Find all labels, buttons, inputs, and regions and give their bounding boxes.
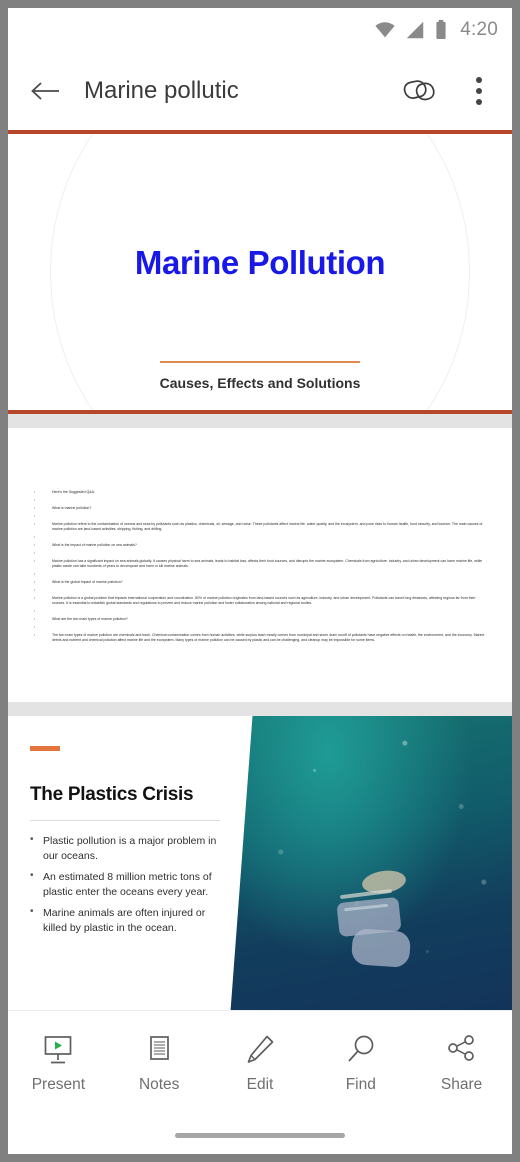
bullet-icon bbox=[34, 580, 38, 585]
phone-screen: 4:20 Marine pollutic Marine Pollution Ca… bbox=[8, 8, 512, 1154]
slide-2-text-line bbox=[34, 514, 488, 519]
toolbar-items: Present Notes Edit Find Share bbox=[8, 1011, 512, 1115]
status-bar-clock: 4:20 bbox=[460, 19, 498, 40]
slide-3-bullet: Plastic pollution is a major problem in … bbox=[30, 833, 228, 863]
toolbar-label: Present bbox=[31, 1075, 86, 1093]
bottom-toolbar: Present Notes Edit Find Share bbox=[8, 1010, 512, 1154]
slide-2-text-line bbox=[34, 535, 488, 540]
toolbar-item-share[interactable]: Share bbox=[411, 1033, 512, 1094]
slide-2-text: What are the two main types of marine po… bbox=[52, 617, 128, 621]
bullet-icon bbox=[34, 633, 38, 638]
toolbar-item-edit[interactable]: Edit bbox=[210, 1033, 311, 1094]
bullet-icon bbox=[34, 506, 38, 511]
toolbar-label: Find bbox=[345, 1075, 376, 1093]
slide-3-plastics[interactable]: The Plastics Crisis Plastic pollution is… bbox=[8, 716, 512, 1010]
toolbar-label: Edit bbox=[246, 1075, 274, 1093]
slide-3-bullet: Marine animals are often injured or kill… bbox=[30, 905, 228, 935]
bullet-icon bbox=[34, 625, 38, 630]
slide-3-bullet-list: Plastic pollution is a major problem in … bbox=[30, 833, 228, 942]
slide-2-text: Marine pollution has a significant impac… bbox=[52, 559, 484, 568]
slide-gap bbox=[8, 414, 512, 428]
slide-2-text: What is the global impact of marine poll… bbox=[52, 580, 123, 584]
share-nodes-icon bbox=[445, 1033, 479, 1067]
slide-2-text: Here's the Suggested Q&A: bbox=[52, 490, 95, 494]
slide-2-text-line: What is marine pollution? bbox=[34, 506, 488, 511]
slide-2-text-line: Marine pollution is a global problem tha… bbox=[34, 596, 488, 606]
slide-2-text-line bbox=[34, 609, 488, 614]
bullet-icon bbox=[34, 490, 38, 495]
slide-2-text: What is marine pollution? bbox=[52, 506, 92, 510]
slide-2-text-line: Marine pollution refers to the contamina… bbox=[34, 522, 488, 532]
bullet-icon bbox=[34, 551, 38, 556]
back-button[interactable] bbox=[22, 68, 68, 114]
slide-1-divider bbox=[160, 361, 360, 363]
slide-2-text: What is the impact of marine pollution o… bbox=[52, 543, 137, 547]
slide-2-text: Marine pollution is a global problem tha… bbox=[52, 596, 477, 605]
slide-2-text-line: The two main types of marine pollution a… bbox=[34, 633, 488, 643]
slide-2-text: Marine pollution refers to the contamina… bbox=[52, 522, 484, 531]
slide-gap bbox=[8, 702, 512, 716]
slide-2-text-line bbox=[34, 498, 488, 503]
bullet-icon bbox=[34, 609, 38, 614]
slide-3-ocean-image bbox=[230, 716, 512, 1010]
toolbar-item-notes[interactable]: Notes bbox=[109, 1033, 210, 1094]
system-nav-handle[interactable] bbox=[175, 1133, 345, 1138]
slide-2-text-line: What is the global impact of marine poll… bbox=[34, 580, 488, 585]
more-options-button[interactable] bbox=[464, 69, 494, 113]
cellular-signal-icon bbox=[406, 21, 424, 39]
slide-2-text-line bbox=[34, 625, 488, 630]
slide-2-text-line bbox=[34, 551, 488, 556]
slide-2-text: The two main types of marine pollution a… bbox=[52, 633, 486, 642]
slide-deck-scroll[interactable]: Marine Pollution Causes, Effects and Sol… bbox=[8, 130, 512, 1010]
slide-2-text-block: Here's the Suggested Q&A: What is marine … bbox=[34, 490, 488, 643]
bullet-icon bbox=[34, 514, 38, 519]
slide-2-text-line bbox=[34, 588, 488, 593]
slide-3-title-text: The Plastics Crisis bbox=[30, 784, 194, 805]
slide-1-subtitle-text: Causes, Effects and Solutions bbox=[159, 375, 361, 391]
app-bar: Marine pollutic bbox=[8, 52, 512, 130]
battery-icon bbox=[436, 19, 446, 39]
slide-1-title[interactable]: Marine Pollution Causes, Effects and Sol… bbox=[8, 134, 512, 410]
bullet-icon bbox=[34, 498, 38, 503]
wifi-icon bbox=[375, 22, 395, 38]
slide-2-text-line: What is the impact of marine pollution o… bbox=[34, 543, 488, 548]
bullet-icon bbox=[34, 588, 38, 593]
bullet-icon bbox=[34, 559, 38, 564]
slide-2-text-line: Marine pollution has a significant impac… bbox=[34, 559, 488, 569]
pencil-edit-icon bbox=[243, 1033, 277, 1067]
slide-3-accent-bar bbox=[30, 746, 60, 751]
slide-2-text-line: Here's the Suggested Q&A: bbox=[34, 490, 488, 495]
bullet-icon bbox=[34, 522, 38, 527]
plastic-debris-graphic bbox=[337, 870, 411, 967]
bullet-icon bbox=[34, 596, 38, 601]
slide-2-qa[interactable]: Here's the Suggested Q&A: What is marine … bbox=[8, 428, 512, 702]
toolbar-label: Share bbox=[440, 1075, 483, 1093]
bullet-icon bbox=[34, 617, 38, 622]
slide-2-text-line bbox=[34, 572, 488, 577]
slide-2-text-line: What are the two main types of marine po… bbox=[34, 617, 488, 622]
magnifier-search-icon bbox=[344, 1033, 378, 1067]
bullet-icon bbox=[34, 572, 38, 577]
more-vertical-icon bbox=[476, 77, 482, 83]
toolbar-item-find[interactable]: Find bbox=[310, 1033, 411, 1094]
toolbar-item-present[interactable]: Present bbox=[8, 1033, 109, 1094]
status-bar: 4:20 bbox=[8, 8, 512, 52]
copilot-outline-icon bbox=[403, 80, 435, 101]
slide-1-title-text: Marine Pollution bbox=[134, 244, 386, 281]
present-screen-icon bbox=[41, 1033, 75, 1067]
slide-3-bullet: An estimated 8 million metric tons of pl… bbox=[30, 869, 228, 899]
slide-3-rule bbox=[30, 820, 220, 821]
copilot-button[interactable] bbox=[398, 69, 442, 113]
document-title: Marine pollutic bbox=[84, 77, 239, 104]
back-arrow-icon bbox=[31, 82, 59, 100]
bullet-icon bbox=[34, 535, 38, 540]
bullet-icon bbox=[34, 543, 38, 548]
notes-document-icon bbox=[142, 1033, 176, 1067]
toolbar-label: Notes bbox=[138, 1075, 180, 1093]
